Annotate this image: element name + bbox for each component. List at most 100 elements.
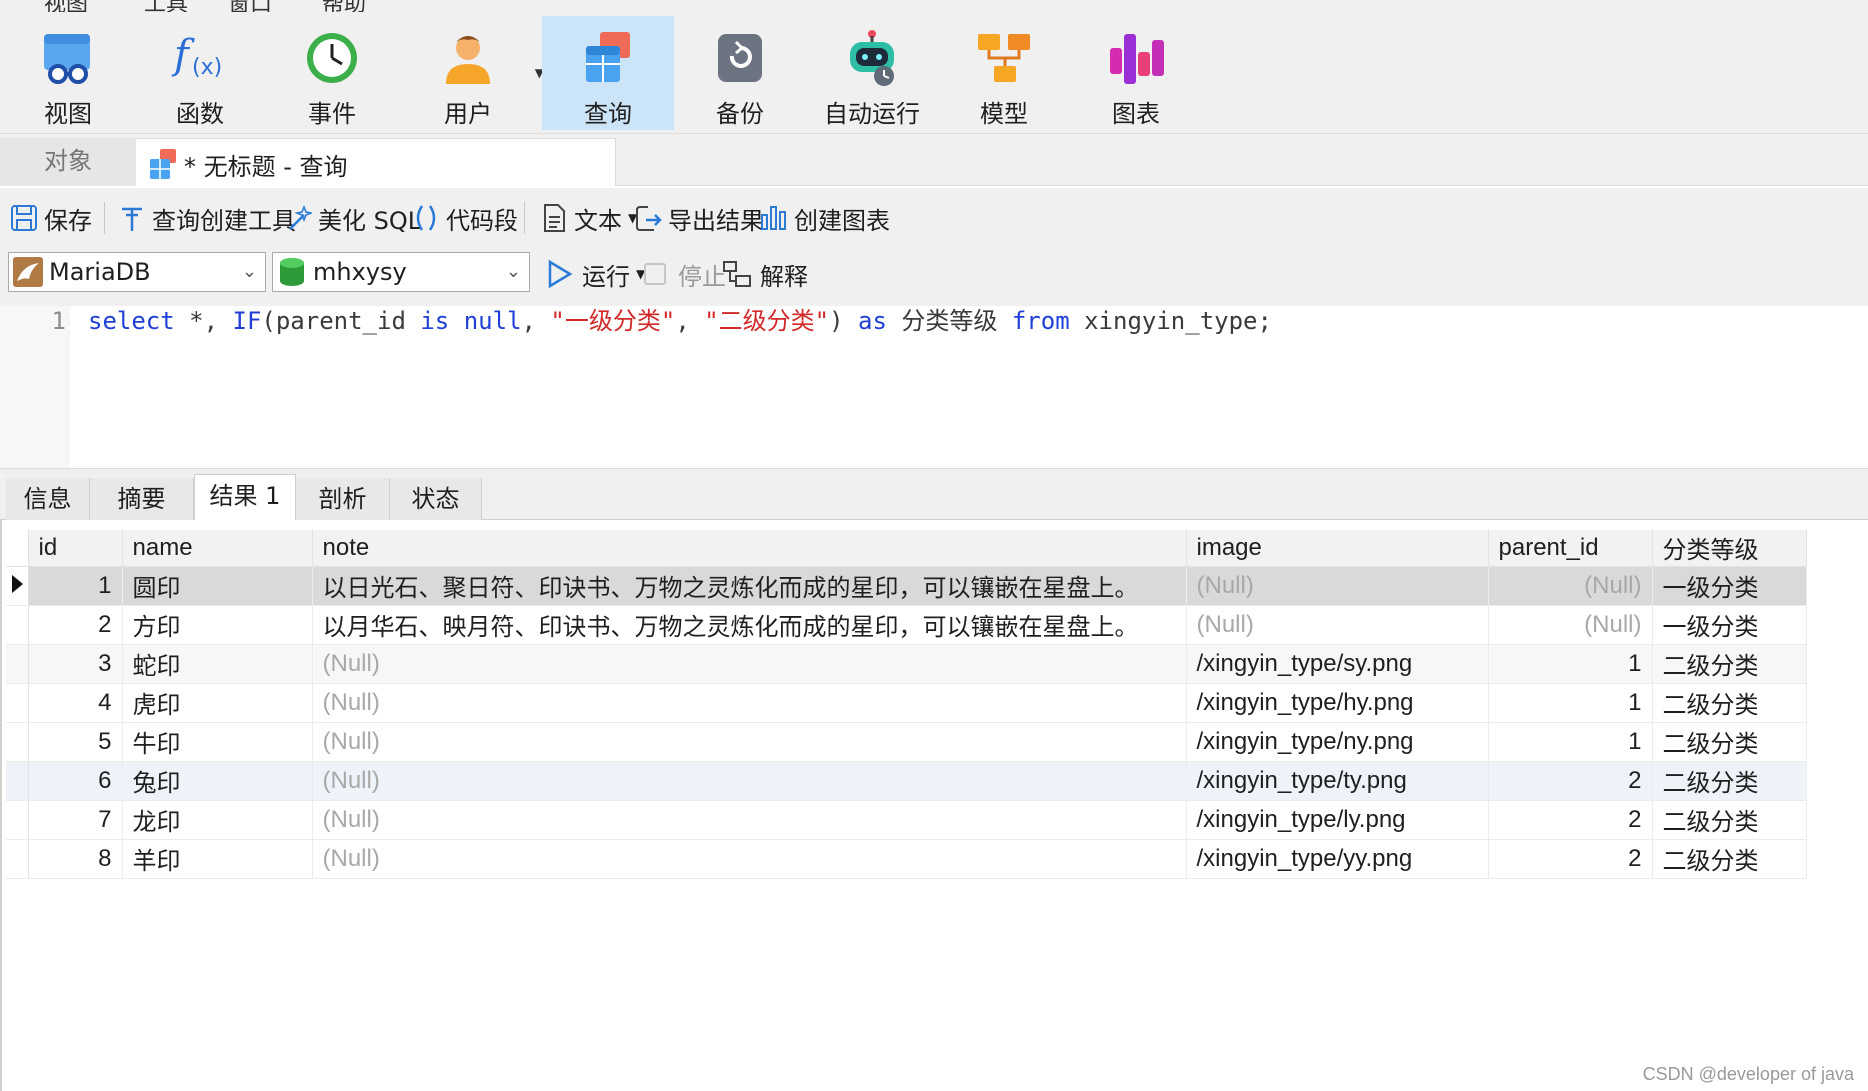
cell-image[interactable]: /xingyin_type/ny.png xyxy=(1186,722,1489,762)
tab-result-1[interactable]: 结果 1 xyxy=(194,474,296,521)
column-header-note[interactable]: note xyxy=(312,530,1187,567)
cell-id[interactable]: 7 xyxy=(28,800,123,840)
cell-note[interactable]: 以日光石、聚日符、印诀书、万物之灵炼化而成的星印，可以镶嵌在星盘上。 xyxy=(312,566,1187,606)
ribbon-event-button[interactable]: 事件 xyxy=(266,16,398,130)
create-chart-button[interactable]: 创建图表 xyxy=(760,200,890,236)
table-row[interactable]: 5 牛印 (Null) /xingyin_type/ny.png 1 二级分类 xyxy=(6,722,1807,762)
save-button[interactable]: 保存 xyxy=(10,200,92,236)
cell-level[interactable]: 一级分类 xyxy=(1652,566,1807,606)
cell-id[interactable]: 6 xyxy=(28,761,123,801)
server-select[interactable]: MariaDB ⌄ xyxy=(8,252,266,292)
explain-button[interactable]: 解释 xyxy=(722,256,808,292)
cell-parent-id[interactable]: 1 xyxy=(1488,722,1653,762)
table-row[interactable]: 1 圆印 以日光石、聚日符、印诀书、万物之灵炼化而成的星印，可以镶嵌在星盘上。 … xyxy=(6,566,1807,606)
cell-id[interactable]: 3 xyxy=(28,644,123,684)
cell-level[interactable]: 一级分类 xyxy=(1652,605,1807,645)
menu-item-tools[interactable]: 工具 xyxy=(144,0,188,12)
cell-name[interactable]: 羊印 xyxy=(122,839,313,879)
cell-image[interactable]: /xingyin_type/ty.png xyxy=(1186,761,1489,801)
cell-note[interactable]: (Null) xyxy=(312,800,1187,840)
tab-info[interactable]: 信息 xyxy=(6,478,90,520)
run-button[interactable]: 运行 ▼ xyxy=(544,256,645,292)
tab-objects[interactable]: 对象 xyxy=(0,138,136,186)
cell-level[interactable]: 二级分类 xyxy=(1652,800,1807,840)
cell-parent-id[interactable]: 2 xyxy=(1488,839,1653,879)
cell-image[interactable]: /xingyin_type/yy.png xyxy=(1186,839,1489,879)
cell-image[interactable]: /xingyin_type/hy.png xyxy=(1186,683,1489,723)
cell-name[interactable]: 兔印 xyxy=(122,761,313,801)
cell-name[interactable]: 龙印 xyxy=(122,800,313,840)
cell-image[interactable]: (Null) xyxy=(1186,566,1489,606)
cell-name[interactable]: 牛印 xyxy=(122,722,313,762)
cell-image[interactable]: /xingyin_type/sy.png xyxy=(1186,644,1489,684)
ribbon-model-button[interactable]: 模型 xyxy=(938,16,1070,130)
cell-note[interactable]: 以月华石、映月符、印诀书、万物之灵炼化而成的星印，可以镶嵌在星盘上。 xyxy=(312,605,1187,645)
text-mode-button[interactable]: 文本 ▼ xyxy=(540,200,637,236)
code-snippet-button[interactable]: 代码段 xyxy=(412,200,518,236)
menu-item-view[interactable]: 视图 xyxy=(44,0,88,12)
table-row[interactable]: 4 虎印 (Null) /xingyin_type/hy.png 1 二级分类 xyxy=(6,683,1807,723)
cell-name[interactable]: 虎印 xyxy=(122,683,313,723)
table-row[interactable]: 6 兔印 (Null) /xingyin_type/ty.png 2 二级分类 xyxy=(6,761,1807,801)
ribbon-view-button[interactable]: 视图 xyxy=(2,16,134,130)
export-result-button[interactable]: 导出结果 xyxy=(634,200,764,236)
cell-id[interactable]: 1 xyxy=(28,566,123,606)
cell-image[interactable]: (Null) xyxy=(1186,605,1489,645)
cell-level[interactable]: 二级分类 xyxy=(1652,722,1807,762)
ribbon-backup-button[interactable]: 备份 xyxy=(674,16,806,130)
tab-status[interactable]: 状态 xyxy=(390,478,482,520)
cell-id[interactable]: 2 xyxy=(28,605,123,645)
menu-item-help[interactable]: 帮助 xyxy=(322,0,366,12)
ribbon-chart-button[interactable]: 图表 xyxy=(1070,16,1202,130)
table-row[interactable]: 8 羊印 (Null) /xingyin_type/yy.png 2 二级分类 xyxy=(6,839,1807,879)
sql-code-line[interactable]: select *, IF(parent_id is null, "一级分类", … xyxy=(88,306,1272,336)
cell-level[interactable]: 二级分类 xyxy=(1652,761,1807,801)
cell-id[interactable]: 4 xyxy=(28,683,123,723)
cell-id[interactable]: 5 xyxy=(28,722,123,762)
result-grid[interactable]: id name note image parent_id 分类等级 1 圆印 以… xyxy=(0,520,1868,1091)
cell-name[interactable]: 方印 xyxy=(122,605,313,645)
cell-note[interactable]: (Null) xyxy=(312,839,1187,879)
column-header-level[interactable]: 分类等级 xyxy=(1652,530,1807,567)
sql-keyword: null xyxy=(463,307,522,335)
cell-note[interactable]: (Null) xyxy=(312,761,1187,801)
column-header-name[interactable]: name xyxy=(122,530,313,567)
ribbon-automation-button[interactable]: 自动运行 xyxy=(806,16,938,130)
sql-string: "二级分类" xyxy=(704,307,830,335)
table-row[interactable]: 3 蛇印 (Null) /xingyin_type/sy.png 1 二级分类 xyxy=(6,644,1807,684)
ribbon-function-button[interactable]: f (x) 函数 xyxy=(134,16,266,130)
beautify-sql-button[interactable]: 美化 SQL xyxy=(284,200,421,236)
menu-item-window[interactable]: 窗口 xyxy=(228,0,272,12)
cell-parent-id[interactable]: (Null) xyxy=(1488,605,1653,645)
cell-parent-id[interactable]: 2 xyxy=(1488,800,1653,840)
cell-note[interactable]: (Null) xyxy=(312,722,1187,762)
cell-parent-id[interactable]: 1 xyxy=(1488,644,1653,684)
cell-level[interactable]: 二级分类 xyxy=(1652,683,1807,723)
database-select[interactable]: mhxysy ⌄ xyxy=(272,252,530,292)
cell-id[interactable]: 8 xyxy=(28,839,123,879)
column-header-id[interactable]: id xyxy=(28,530,123,567)
cell-image[interactable]: /xingyin_type/ly.png xyxy=(1186,800,1489,840)
column-header-image[interactable]: image xyxy=(1186,530,1489,567)
cell-parent-id[interactable]: 2 xyxy=(1488,761,1653,801)
table-row[interactable]: 2 方印 以月华石、映月符、印诀书、万物之灵炼化而成的星印，可以镶嵌在星盘上。 … xyxy=(6,605,1807,645)
cell-note[interactable]: (Null) xyxy=(312,683,1187,723)
stop-button[interactable]: 停止 xyxy=(640,256,726,292)
cell-name[interactable]: 蛇印 xyxy=(122,644,313,684)
cell-level[interactable]: 二级分类 xyxy=(1652,839,1807,879)
tab-summary[interactable]: 摘要 xyxy=(90,478,194,520)
sql-editor[interactable]: 1 select *, IF(parent_id is null, "一级分类"… xyxy=(0,306,1868,470)
tab-profile[interactable]: 剖析 xyxy=(296,478,390,520)
column-header-parent-id[interactable]: parent_id xyxy=(1488,530,1653,567)
cell-note[interactable]: (Null) xyxy=(312,644,1187,684)
ribbon-query-button[interactable]: 查询 xyxy=(542,16,674,130)
ribbon-user-button[interactable]: 用户 ▼ xyxy=(402,16,544,130)
cell-level[interactable]: 二级分类 xyxy=(1652,644,1807,684)
tab-untitled-query[interactable]: * 无标题 - 查询 xyxy=(136,138,616,186)
cell-parent-id[interactable]: (Null) xyxy=(1488,566,1653,606)
query-builder-button[interactable]: 查询创建工具 xyxy=(118,200,296,236)
cell-parent-id[interactable]: 1 xyxy=(1488,683,1653,723)
query-toolbar: 保存 查询创建工具 美化 SQL 代码段 文本 ▼ 导出结果 创建图表 xyxy=(0,188,1868,248)
cell-name[interactable]: 圆印 xyxy=(122,566,313,606)
table-row[interactable]: 7 龙印 (Null) /xingyin_type/ly.png 2 二级分类 xyxy=(6,800,1807,840)
